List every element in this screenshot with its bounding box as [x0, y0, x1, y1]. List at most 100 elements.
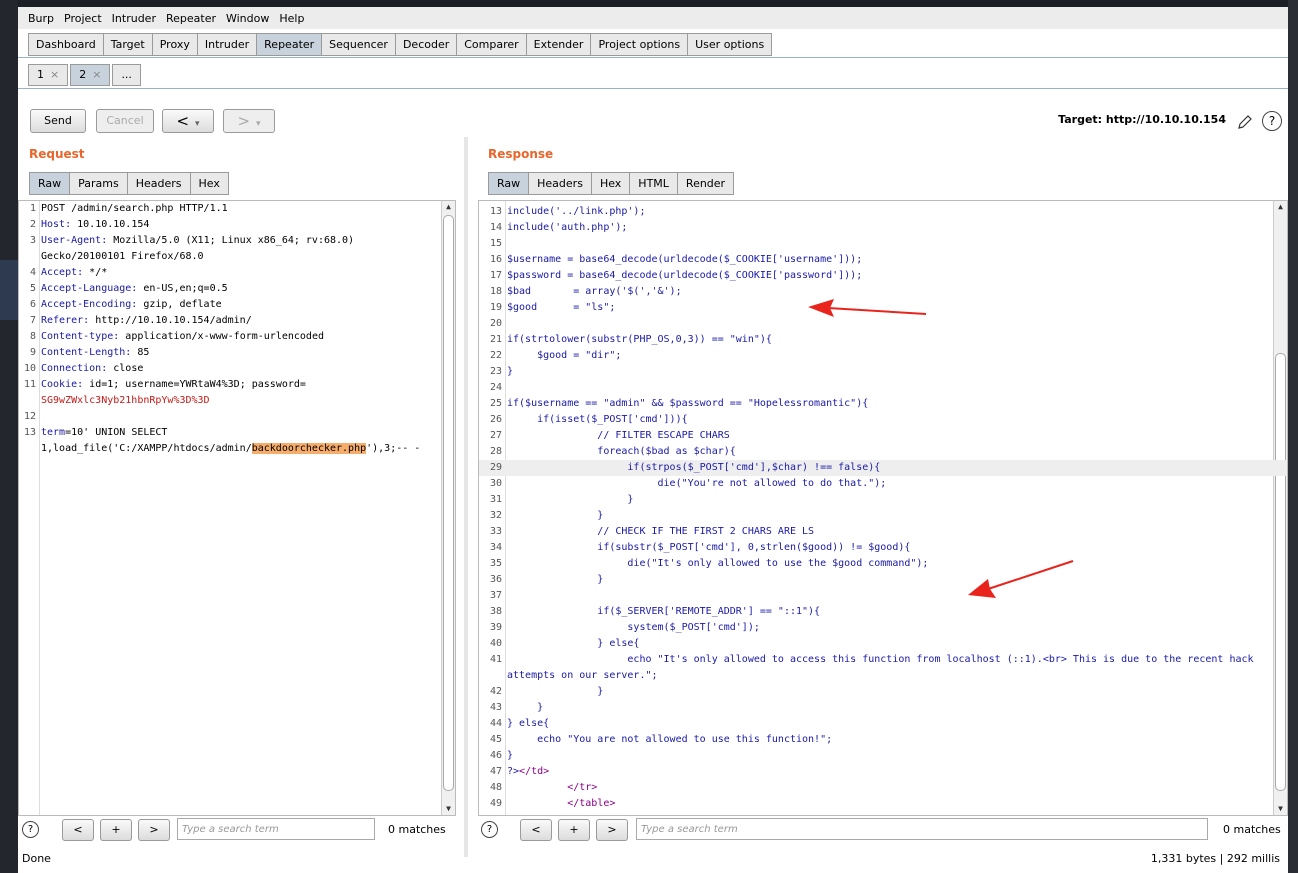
response-line-text: } else{ [507, 638, 640, 649]
response-line-text: die("You're not allowed to do that."); [507, 478, 887, 489]
request-prev-button[interactable]: < [62, 819, 94, 841]
menu-item-repeater[interactable]: Repeater [166, 12, 216, 25]
send-button[interactable]: Send [30, 109, 86, 133]
request-line: 13 term=10' UNION SELECT [19, 425, 455, 441]
line-number: 40 [489, 638, 502, 649]
response-tab-html[interactable]: HTML [629, 172, 678, 195]
menu-item-help[interactable]: Help [279, 12, 304, 25]
response-line-text: $bad = array('$(','&'); [507, 286, 682, 297]
request-line-text: Content-type: application/x-www-form-url… [41, 331, 324, 342]
tab-proxy[interactable]: Proxy [151, 33, 198, 56]
response-line: 32 } [479, 508, 1287, 524]
response-line: 47 ?></td> [479, 764, 1287, 780]
response-line-text: $username = base64_decode(urldecode($_CO… [507, 254, 863, 265]
line-number: 12 [23, 411, 36, 422]
request-search-input[interactable]: Type a search term [177, 818, 375, 840]
back-button[interactable]: < ▾ [162, 109, 214, 133]
tab-user-options[interactable]: User options [687, 33, 773, 56]
line-number: 6 [29, 299, 36, 310]
forward-button[interactable]: > ▾ [223, 109, 275, 133]
repeater-tab-1[interactable]: 1 × [28, 64, 69, 86]
request-tab-headers[interactable]: Headers [126, 172, 191, 195]
line-number: 48 [489, 782, 502, 793]
request-matches: 0 matches [388, 823, 446, 836]
pencil-icon[interactable] [1236, 113, 1254, 131]
response-line-text: // CHECK IF THE FIRST 2 CHARS ARE LS [507, 526, 815, 537]
line-number: 37 [489, 590, 502, 601]
response-line: 22 $good = "dir"; [479, 348, 1287, 364]
response-line: 38 if($_SERVER['REMOTE_ADDR'] == "::1"){ [479, 604, 1287, 620]
response-line-text: if(strtolower(substr(PHP_OS,0,3)) == "wi… [507, 334, 772, 345]
response-editor[interactable]: ▲ ▼ 13 include('../link.php'); 14 include('… [478, 200, 1288, 816]
line-number: 38 [489, 606, 502, 617]
line-number: 25 [489, 398, 502, 409]
response-search-input[interactable]: Type a search term [636, 818, 1208, 840]
request-add-button[interactable]: + [100, 819, 132, 841]
response-tab-hex[interactable]: Hex [590, 172, 631, 195]
line-number: 15 [489, 238, 502, 249]
help-icon[interactable]: ? [1262, 111, 1282, 131]
line-number: 33 [489, 526, 502, 537]
response-line: 16 $username = base64_decode(urldecode($_… [479, 252, 1287, 268]
response-line-text: foreach($bad as $char){ [507, 446, 736, 457]
response-next-button[interactable]: > [596, 819, 628, 841]
request-tab-params[interactable]: Params [69, 172, 128, 195]
response-line: 49 </table> [479, 796, 1287, 812]
response-tab-headers[interactable]: Headers [528, 172, 592, 195]
response-line-text: echo "It's only allowed to access this f… [507, 654, 1254, 665]
request-line: 7 Referer: http://10.10.10.154/admin/ [19, 313, 455, 329]
response-line-text: ?></td> [507, 766, 550, 777]
line-number: 35 [489, 558, 502, 569]
response-line: 40 } else{ [479, 636, 1287, 652]
request-line: 11 Cookie: id=1; username=YWRtaW4%3D; pas… [19, 377, 455, 393]
response-line-text: </tr> [567, 782, 598, 793]
tab-target[interactable]: Target [102, 33, 153, 56]
tab-decoder[interactable]: Decoder [394, 33, 458, 56]
cancel-button[interactable]: Cancel [96, 109, 154, 133]
response-tab-render[interactable]: Render [676, 172, 735, 195]
response-line: 24 [479, 380, 1287, 396]
response-title: Response [488, 147, 554, 161]
request-line-text: Accept: */* [41, 267, 108, 278]
response-help-icon[interactable]: ? [481, 821, 498, 838]
response-tab-raw[interactable]: Raw [488, 172, 530, 195]
request-line: 4 Accept: */* [19, 265, 455, 281]
tab-project-options[interactable]: Project options [590, 33, 689, 56]
menu-item-intruder[interactable]: Intruder [112, 12, 156, 25]
close-icon[interactable]: × [92, 68, 101, 81]
close-icon[interactable]: × [50, 68, 59, 81]
request-line: 1,load_file('C:/XAMPP/htdocs/admin/backd… [19, 441, 455, 457]
request-line-text: Connection: close [41, 363, 144, 374]
request-next-button[interactable]: > [138, 819, 170, 841]
line-number: 22 [489, 350, 502, 361]
request-tab-hex[interactable]: Hex [189, 172, 229, 195]
response-prev-button[interactable]: < [520, 819, 552, 841]
panel-divider[interactable] [464, 137, 468, 857]
tab-intruder[interactable]: Intruder [196, 33, 258, 56]
menu-bar: Burp Project Intruder Repeater Window Help [18, 7, 1288, 29]
tab-comparer[interactable]: Comparer [456, 33, 527, 56]
response-size-status: 1,331 bytes | 292 millis [1150, 852, 1280, 865]
tab-dashboard[interactable]: Dashboard [28, 33, 104, 56]
request-editor[interactable]: ▲ ▼ 1 POST /admin/search.php HTTP/1.1 2 Hos… [18, 200, 456, 816]
annotation-arrow-1 [808, 299, 927, 317]
annotation-arrow-2 [968, 560, 1074, 598]
repeater-tab-2[interactable]: 2 × [70, 64, 111, 86]
menu-item-window[interactable]: Window [226, 12, 269, 25]
menu-item-burp[interactable]: Burp [28, 12, 54, 25]
response-line: 33 // CHECK IF THE FIRST 2 CHARS ARE LS [479, 524, 1287, 540]
request-tab-raw[interactable]: Raw [29, 172, 71, 195]
response-line-text: </table> [567, 798, 616, 809]
request-line: 10 Connection: close [19, 361, 455, 377]
menu-item-project[interactable]: Project [64, 12, 102, 25]
repeater-tab-3[interactable]: ... [112, 64, 141, 86]
response-line-text: // FILTER ESCAPE CHARS [507, 430, 730, 441]
tab-extender[interactable]: Extender [525, 33, 592, 56]
request-help-icon[interactable]: ? [22, 821, 39, 838]
response-add-button[interactable]: + [558, 819, 590, 841]
request-line-text: Accept-Encoding: gzip, deflate [41, 299, 222, 310]
line-number: 23 [489, 366, 502, 377]
line-number: 17 [489, 270, 502, 281]
tab-sequencer[interactable]: Sequencer [321, 33, 396, 56]
tab-repeater[interactable]: Repeater [256, 33, 323, 56]
